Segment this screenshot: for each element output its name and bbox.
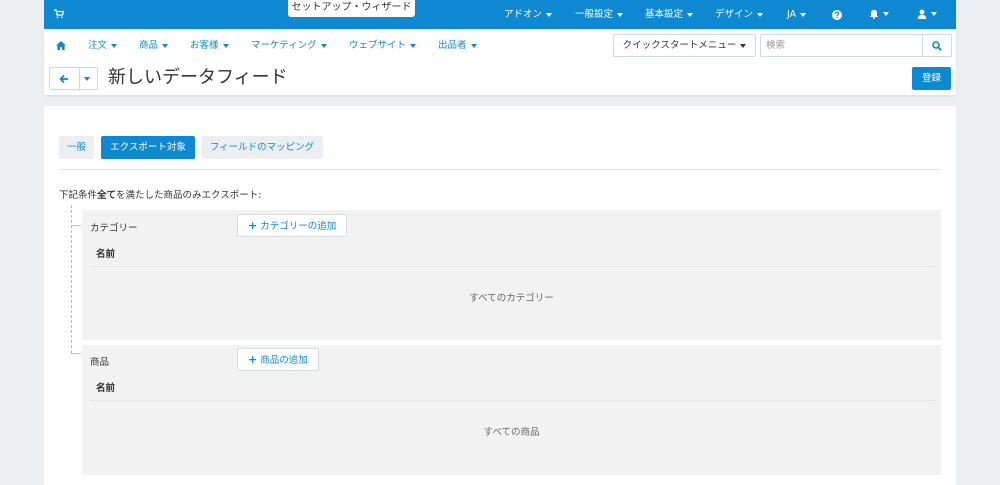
nav-label: お客様 [190,40,219,51]
condition-emphasis: 全て [97,190,117,201]
header-panel: 注文 商品 お客様 マーケティング ウェブサイト 出品者 クイックスタートメニュ… [44,29,956,95]
divider [79,68,80,89]
bell-icon [869,9,879,19]
arrow-left-icon[interactable] [59,74,69,84]
top-menu-label: アドオン [504,9,543,20]
main-content: 一般 エクスポート対象 フィールドのマッピング 下記条件全てを満たした商品のみエ… [44,106,956,485]
top-menu-addons[interactable]: アドオン [504,0,553,29]
save-button[interactable]: 登録 [912,67,951,90]
nav-label: 注文 [88,40,108,51]
top-menu-label: 一般設定 [575,9,614,20]
nav-products[interactable]: 商品 [139,39,169,53]
tab-export-target[interactable]: エクスポート対象 [101,136,195,159]
top-menu-language[interactable]: JA [787,0,807,29]
page-title: 新しいデータフィード [108,67,288,88]
nav-label: ウェブサイト [349,40,407,51]
search-input[interactable] [760,34,923,57]
top-bar: セットアップ・ウィザード アドオン 一般設定 基本設定 デザイン JA [44,0,956,29]
back-button-group [49,67,98,90]
top-menu-label: JA [787,9,797,20]
top-menu-general-settings[interactable]: 一般設定 [575,0,624,29]
nav-marketing[interactable]: マーケティング [251,39,327,53]
condition-suffix: を満たした商品のみエクスポート: [116,190,262,201]
quick-start-menu-button[interactable]: クイックスタートメニュー [613,34,756,57]
nav-orders[interactable]: 注文 [88,39,118,53]
chevron-down-icon [617,12,624,17]
top-menu-label: デザイン [715,9,754,20]
chevron-down-icon[interactable] [84,77,90,81]
nav-label: 商品 [139,40,159,51]
add-category-label: カテゴリーの追加 [260,221,337,232]
chevron-down-icon [470,43,477,48]
tree-branch [71,353,81,354]
search-icon [932,41,942,51]
tree-line [71,205,72,353]
chevron-down-icon [410,43,417,48]
notifications-menu[interactable] [869,0,889,29]
condition-prefix: 下記条件 [59,190,98,201]
tab-general[interactable]: 一般 [59,136,94,159]
product-condition: 商品 + 商品の追加 名前 すべての商品 [82,345,941,475]
nav-vendors[interactable]: 出品者 [438,39,477,53]
divider [90,400,935,401]
product-label: 商品 [90,357,110,368]
chevron-down-icon [800,12,807,17]
condition-text: 下記条件全てを満たした商品のみエクスポート: [59,187,261,201]
chevron-down-icon [687,12,694,17]
chevron-down-icon [931,12,937,16]
setup-wizard-button[interactable]: セットアップ・ウィザード [288,0,415,17]
nav-website[interactable]: ウェブサイト [349,39,417,53]
chevron-down-icon [222,43,229,48]
top-menu-label: 基本設定 [645,9,684,20]
category-condition: カテゴリー + カテゴリーの追加 名前 すべてのカテゴリー [82,210,941,340]
column-header-name: 名前 [96,383,116,394]
tree-branch [71,225,81,226]
chevron-down-icon [740,43,747,48]
quick-start-label: クイックスタートメニュー [622,40,737,51]
column-header-name: 名前 [96,249,116,260]
nav-label: マーケティング [251,40,317,51]
empty-products-text: すべての商品 [483,427,540,438]
empty-categories-text: すべてのカテゴリー [469,293,554,304]
search-button[interactable] [923,34,952,57]
help-icon[interactable] [832,10,842,20]
nav-label: 出品者 [438,40,467,51]
chevron-down-icon [546,12,553,17]
add-product-button[interactable]: + 商品の追加 [237,348,319,371]
chevron-down-icon [111,43,118,48]
chevron-down-icon [883,12,889,16]
chevron-down-icon [162,43,169,48]
divider [90,266,935,267]
plus-icon: + [248,353,258,366]
category-label: カテゴリー [90,223,138,234]
add-product-label: 商品の追加 [260,355,308,366]
chevron-down-icon [320,43,327,48]
nav-customers[interactable]: お客様 [190,39,229,53]
cart-icon[interactable] [54,9,64,19]
home-icon[interactable] [56,41,66,50]
plus-icon: + [248,219,258,232]
chevron-down-icon [757,12,764,17]
user-icon [917,9,927,19]
top-menu-design[interactable]: デザイン [715,0,764,29]
divider [59,169,941,170]
top-menu-basic-settings[interactable]: 基本設定 [645,0,694,29]
tab-field-mapping[interactable]: フィールドのマッピング [201,136,323,159]
add-category-button[interactable]: + カテゴリーの追加 [237,214,348,237]
user-menu[interactable] [917,0,937,29]
